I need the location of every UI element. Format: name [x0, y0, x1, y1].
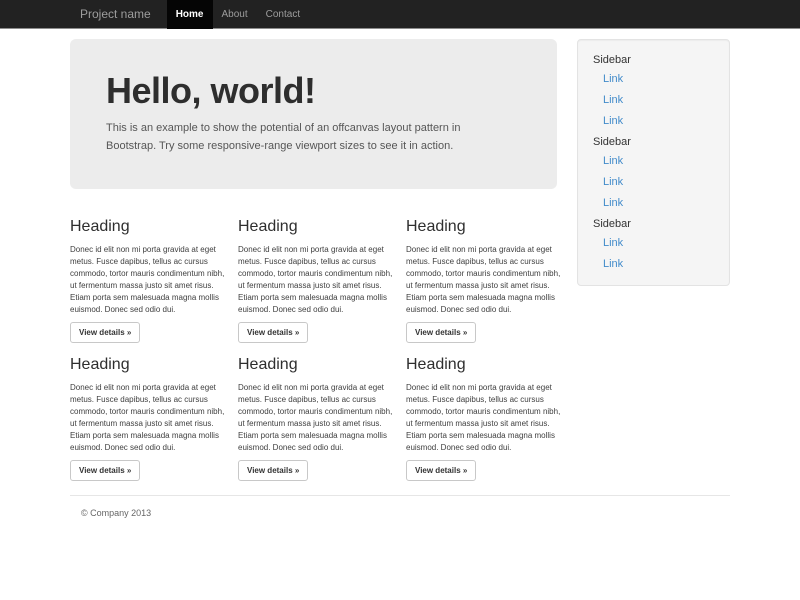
card-body-text: Donec id elit non mi porta gravida at eg… [70, 244, 225, 316]
card: Heading Donec id elit non mi porta gravi… [70, 189, 238, 343]
card-heading: Heading [238, 355, 393, 374]
navbar-menu: Home About Contact [167, 0, 309, 29]
brand-link[interactable]: Project name [70, 0, 161, 29]
navbar: Project name Home About Contact [0, 0, 800, 29]
content-column: Hello, world! This is an example to show… [70, 39, 575, 481]
sidebar-link[interactable]: Link [578, 172, 729, 193]
card-heading: Heading [406, 355, 561, 374]
view-details-button[interactable]: View details » [406, 460, 476, 481]
card: Heading Donec id elit non mi porta gravi… [238, 343, 406, 481]
navbar-inner: Project name Home About Contact [70, 0, 730, 29]
footer-divider [70, 495, 730, 496]
card-heading: Heading [70, 217, 225, 236]
footer: © Company 2013 [70, 508, 730, 518]
view-details-button[interactable]: View details » [238, 460, 308, 481]
card: Heading Donec id elit non mi porta gravi… [406, 343, 574, 481]
card-heading: Heading [70, 355, 225, 374]
main-row: Hello, world! This is an example to show… [70, 39, 730, 481]
sidebar-group-heading: Sidebar [578, 132, 729, 151]
card-body-text: Donec id elit non mi porta gravida at eg… [406, 244, 561, 316]
nav-link-about[interactable]: About [213, 0, 257, 29]
card: Heading Donec id elit non mi porta gravi… [70, 343, 238, 481]
sidebar-link[interactable]: Link [578, 233, 729, 254]
cards-row-2: Heading Donec id elit non mi porta gravi… [70, 343, 575, 481]
nav-item-about: About [213, 0, 257, 29]
nav-item-home: Home [167, 0, 213, 29]
card-body-text: Donec id elit non mi porta gravida at eg… [238, 244, 393, 316]
card: Heading Donec id elit non mi porta gravi… [406, 189, 574, 343]
sidebar-link[interactable]: Link [578, 90, 729, 111]
page-title: Hello, world! [106, 73, 521, 109]
main-container: Hello, world! This is an example to show… [70, 39, 730, 518]
nav-item-contact: Contact [257, 0, 309, 29]
card-body-text: Donec id elit non mi porta gravida at eg… [406, 382, 561, 454]
sidebar-link[interactable]: Link [578, 151, 729, 172]
card-heading: Heading [238, 217, 393, 236]
card-body-text: Donec id elit non mi porta gravida at eg… [70, 382, 225, 454]
nav-link-home[interactable]: Home [167, 0, 213, 29]
view-details-button[interactable]: View details » [70, 322, 140, 343]
view-details-button[interactable]: View details » [70, 460, 140, 481]
sidebar-link[interactable]: Link [578, 69, 729, 90]
jumbotron-description: This is an example to show the potential… [106, 119, 501, 155]
sidebar-column: Sidebar Link Link Link Sidebar Link Link… [577, 39, 730, 286]
card-heading: Heading [406, 217, 561, 236]
sidebar-group-heading: Sidebar [578, 214, 729, 233]
sidebar: Sidebar Link Link Link Sidebar Link Link… [577, 39, 730, 286]
sidebar-link[interactable]: Link [578, 111, 729, 132]
view-details-button[interactable]: View details » [238, 322, 308, 343]
view-details-button[interactable]: View details » [406, 322, 476, 343]
sidebar-link[interactable]: Link [578, 193, 729, 214]
copyright-text: © Company 2013 [81, 508, 730, 518]
nav-link-contact[interactable]: Contact [257, 0, 309, 29]
jumbotron: Hello, world! This is an example to show… [70, 39, 557, 189]
card: Heading Donec id elit non mi porta gravi… [238, 189, 406, 343]
sidebar-link[interactable]: Link [578, 254, 729, 275]
sidebar-group-heading: Sidebar [578, 50, 729, 69]
cards-row-1: Heading Donec id elit non mi porta gravi… [70, 189, 575, 343]
card-body-text: Donec id elit non mi porta gravida at eg… [238, 382, 393, 454]
